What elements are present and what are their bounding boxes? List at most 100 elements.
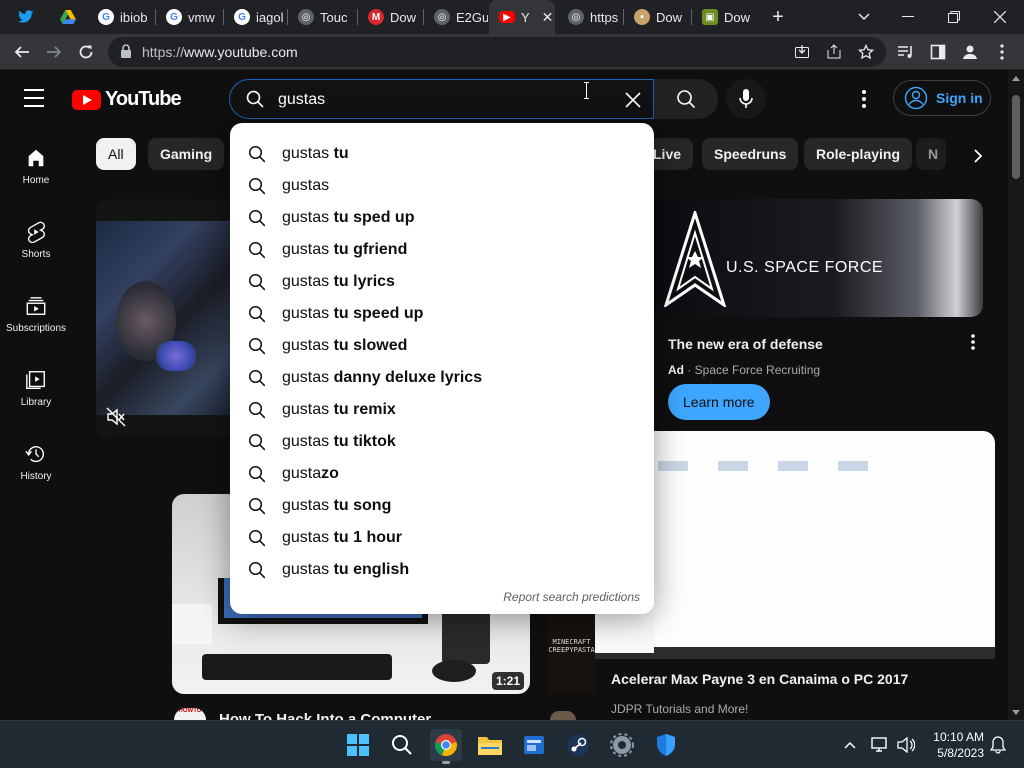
install-app-icon[interactable]	[792, 42, 812, 62]
network-status[interactable]	[866, 729, 894, 761]
settings-menu-button[interactable]	[852, 87, 876, 111]
search-suggestion-item[interactable]: gustas tu song	[230, 490, 654, 522]
minimize-button[interactable]	[886, 0, 930, 34]
address-bar[interactable]: https://www.youtube.com	[108, 37, 886, 67]
search-suggestion-item[interactable]: gustas danny deluxe lyrics	[230, 362, 654, 394]
chip-more[interactable]: N	[916, 138, 946, 170]
taskbar-settings[interactable]	[606, 729, 638, 761]
tab-drive[interactable]	[50, 0, 84, 34]
tab-google-2[interactable]: G vmw	[156, 0, 222, 34]
guide-item-home[interactable]: Home	[0, 127, 72, 201]
ad-title[interactable]: The new era of defense	[668, 336, 823, 352]
suggestion-text: gustazo	[282, 465, 339, 483]
channel-avatar[interactable]	[550, 711, 576, 720]
ad-menu-icon[interactable]	[971, 334, 975, 355]
taskbar-app-blue[interactable]	[518, 729, 550, 761]
tab-youtube-active[interactable]: ▶ Y ✕	[489, 0, 555, 34]
search-suggestion-item[interactable]: gustas tu slowed	[230, 330, 654, 362]
scroll-up-icon[interactable]	[1012, 75, 1020, 81]
tab-touch[interactable]: ◎ Touc	[288, 0, 356, 34]
close-window-button[interactable]	[978, 0, 1022, 34]
taskbar-chrome[interactable]	[430, 729, 462, 764]
search-suggestion-item[interactable]: gustas	[230, 170, 654, 202]
guide-item-subscriptions[interactable]: Subscriptions	[0, 275, 72, 349]
video-thumbnail-max-payne[interactable]	[654, 431, 995, 653]
scrollbar-thumb[interactable]	[1012, 95, 1020, 179]
guide-menu-button[interactable]	[24, 89, 48, 109]
channel-avatar[interactable]: HOWTO	[174, 708, 206, 720]
video-title[interactable]: How To Hack Into a Computer	[219, 710, 431, 720]
twitter-icon	[18, 9, 34, 25]
scroll-down-icon[interactable]	[1012, 710, 1020, 716]
chrome-menu-icon[interactable]	[988, 38, 1016, 66]
taskbar-search-button[interactable]	[386, 729, 418, 761]
reload-button[interactable]	[72, 38, 100, 66]
guide-item-history[interactable]: History	[0, 423, 72, 497]
search-suggestion-item[interactable]: gustas tu tiktok	[230, 426, 654, 458]
tab-https[interactable]: ◎ https	[558, 0, 622, 34]
chevron-right-icon[interactable]	[964, 142, 992, 170]
forward-button[interactable]	[40, 38, 68, 66]
ad-thumbnail[interactable]: U.S. SPACE FORCE	[654, 199, 983, 317]
featured-video-thumbnail[interactable]	[96, 199, 236, 437]
tab-download-2[interactable]: • Dow	[624, 0, 690, 34]
chip-speedruns[interactable]: Speedruns	[702, 138, 799, 170]
tray-overflow-button[interactable]	[834, 729, 866, 761]
guide-item-library[interactable]: Library	[0, 349, 72, 423]
tab-search-button[interactable]	[842, 0, 886, 34]
short-thumbnail-minecraft[interactable]: MINECRAFT CREEPYPASTA	[548, 614, 595, 694]
lock-icon[interactable]	[120, 44, 132, 64]
chip-gaming[interactable]: Gaming	[148, 138, 225, 170]
taskbar-file-explorer[interactable]	[474, 729, 506, 761]
notifications-button[interactable]	[986, 729, 1010, 761]
close-tab-icon[interactable]: ✕	[542, 9, 554, 26]
search-suggestion-item[interactable]: gustas tu gfriend	[230, 234, 654, 266]
tab-google-1[interactable]: G ibiob	[88, 0, 154, 34]
profile-icon[interactable]	[956, 38, 984, 66]
side-panel-icon[interactable]	[924, 38, 952, 66]
restore-button[interactable]	[932, 0, 976, 34]
chip-all[interactable]: All	[96, 138, 136, 170]
chip-role-playing[interactable]: Role-playing	[804, 138, 913, 170]
search-suggestion-item[interactable]: gustazo	[230, 458, 654, 490]
sign-in-button[interactable]: Sign in	[893, 80, 991, 116]
search-icon	[248, 337, 266, 355]
video-channel[interactable]: JDPR Tutorials and More!	[611, 702, 748, 716]
search-suggestion-item[interactable]: gustas tu english	[230, 554, 654, 586]
tab-e2gu[interactable]: ◎ E2Gu	[424, 0, 488, 34]
search-suggestion-item[interactable]: gustas tu lyrics	[230, 266, 654, 298]
taskbar-steam[interactable]	[562, 729, 594, 761]
suggestion-text: gustas tu english	[282, 561, 409, 579]
mute-icon[interactable]	[106, 407, 126, 432]
share-icon[interactable]	[824, 42, 844, 62]
tab-google-3[interactable]: G iagol	[224, 0, 286, 34]
video-title[interactable]: Acelerar Max Payne 3 en Canaima o PC 201…	[611, 671, 908, 687]
search-suggestion-item[interactable]: gustas tu sped up	[230, 202, 654, 234]
search-input[interactable]	[278, 88, 608, 112]
clear-search-icon[interactable]	[619, 86, 647, 114]
volume-control[interactable]	[892, 729, 920, 761]
taskbar-clock[interactable]: 10:10 AM 5/8/2023	[928, 729, 984, 761]
youtube-icon: ▶	[499, 11, 515, 23]
tab-mega-download[interactable]: M Dow	[358, 0, 422, 34]
page-scrollbar[interactable]	[1008, 71, 1024, 720]
tab-download-3[interactable]: ▣ Dow	[692, 0, 756, 34]
search-box[interactable]	[229, 79, 654, 119]
learn-more-button[interactable]: Learn more	[668, 384, 770, 420]
voice-search-button[interactable]	[726, 79, 766, 119]
search-suggestion-item[interactable]: gustas tu remix	[230, 394, 654, 426]
search-suggestion-item[interactable]: gustas tu speed up	[230, 298, 654, 330]
back-button[interactable]	[8, 38, 36, 66]
start-button[interactable]	[342, 729, 374, 761]
tab-twitter[interactable]	[8, 0, 42, 34]
bookmark-star-icon[interactable]	[856, 42, 876, 62]
youtube-logo[interactable]: YouTube	[72, 88, 182, 111]
guide-item-shorts[interactable]: Shorts	[0, 201, 72, 275]
taskbar-security[interactable]	[650, 729, 682, 761]
media-control-icon[interactable]	[892, 38, 920, 66]
search-suggestion-item[interactable]: gustas tu 1 hour	[230, 522, 654, 554]
search-suggestion-item[interactable]: gustas tu	[230, 138, 654, 170]
report-predictions-link[interactable]: Report search predictions	[503, 590, 640, 604]
search-button[interactable]	[654, 79, 718, 119]
new-tab-button[interactable]: +	[766, 4, 790, 30]
